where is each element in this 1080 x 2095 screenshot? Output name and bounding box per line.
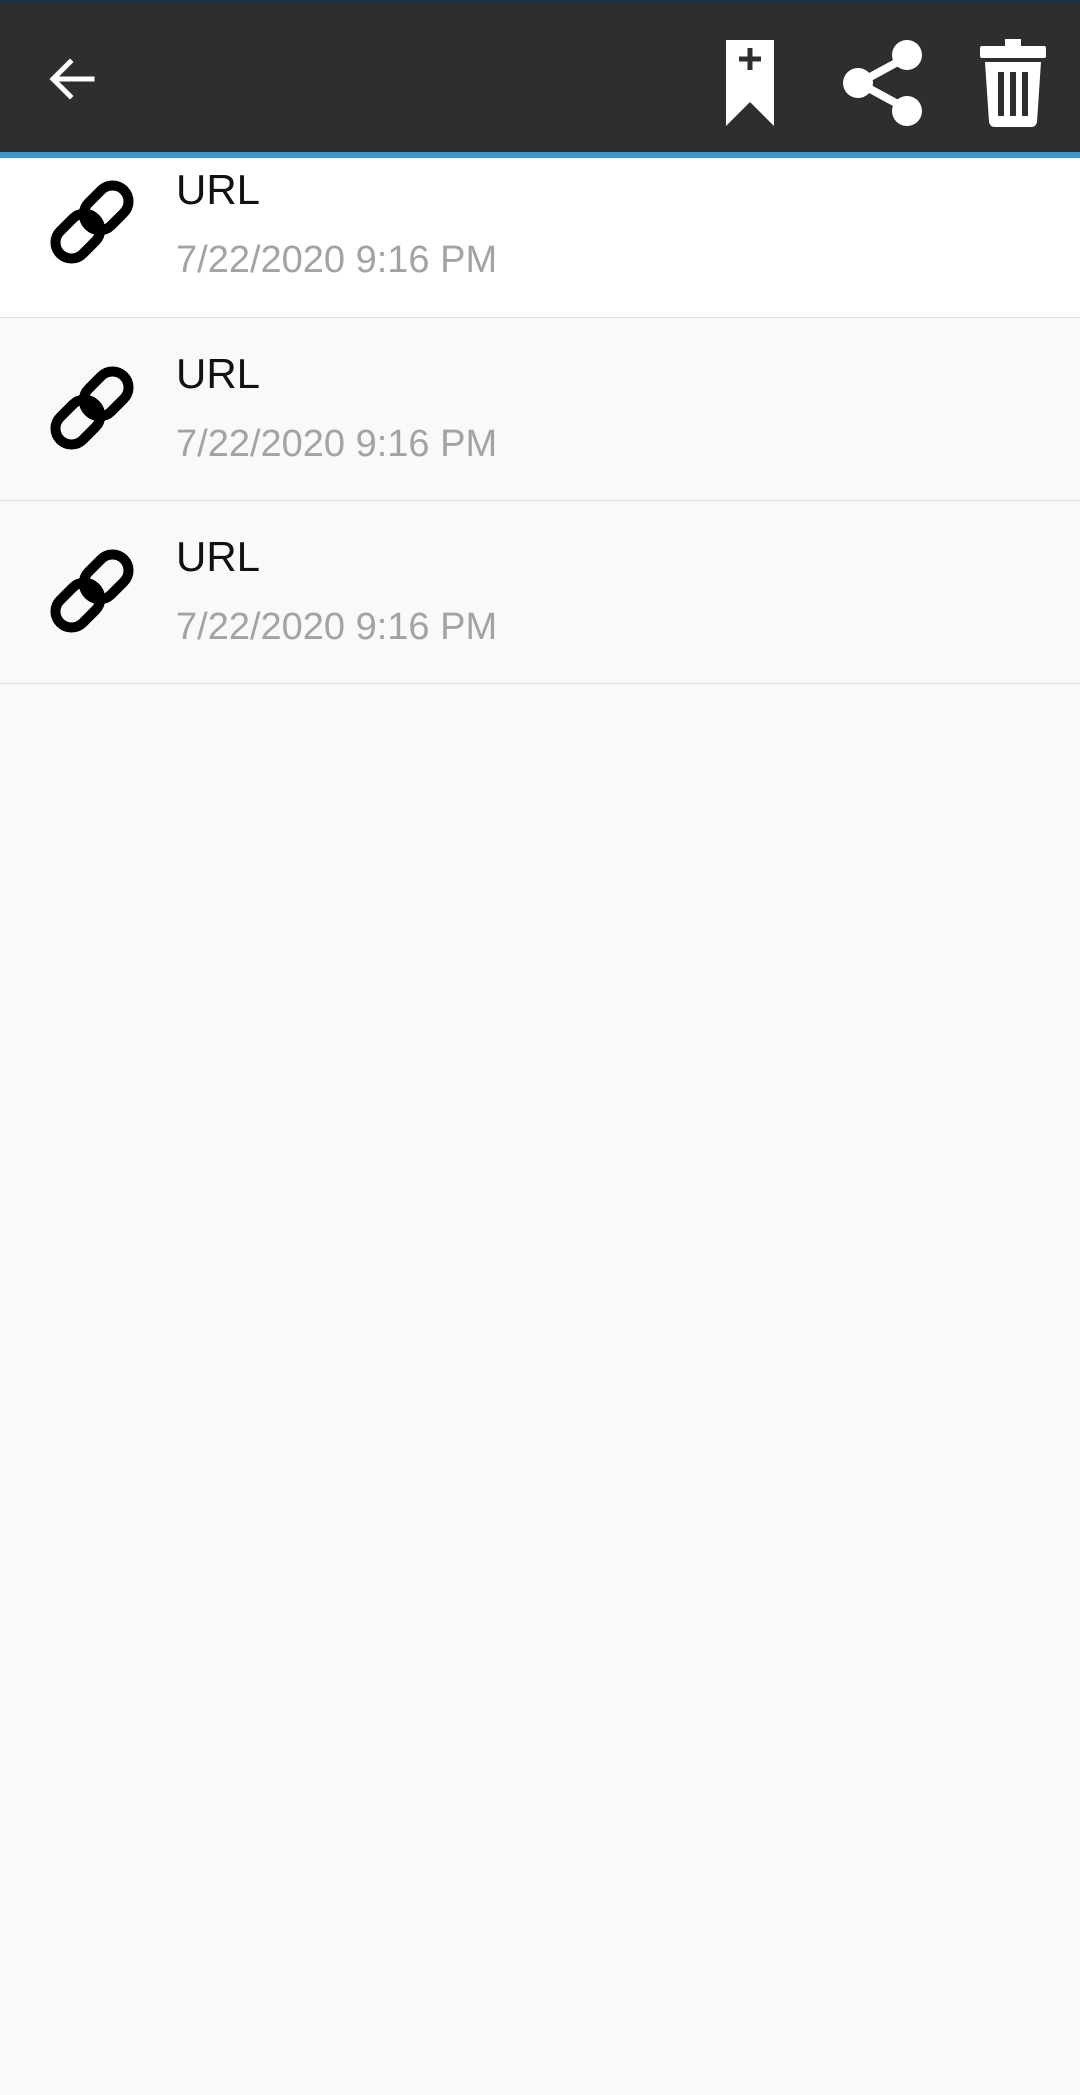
bookmark-plus-icon <box>726 40 774 126</box>
item-date: 7/22/2020 9:16 PM <box>176 239 498 281</box>
list-item[interactable]: URL 7/22/2020 9:16 PM <box>0 501 1080 684</box>
app-toolbar <box>0 0 1080 152</box>
list-item[interactable]: URL 7/22/2020 9:16 PM <box>0 158 1080 318</box>
list-item[interactable]: URL 7/22/2020 9:16 PM <box>0 318 1080 501</box>
link-icon <box>50 366 134 450</box>
trash-icon <box>980 39 1046 127</box>
item-date: 7/22/2020 9:16 PM <box>176 606 498 648</box>
arrow-left-icon <box>49 58 95 100</box>
back-button[interactable] <box>36 43 108 115</box>
add-bookmark-button[interactable] <box>712 31 788 135</box>
item-date: 7/22/2020 9:16 PM <box>176 423 498 465</box>
delete-button[interactable] <box>970 31 1056 135</box>
item-title: URL <box>176 166 261 213</box>
link-icon <box>50 180 134 264</box>
item-title: URL <box>176 533 261 580</box>
share-icon <box>843 40 922 126</box>
share-button[interactable] <box>834 31 932 135</box>
link-icon <box>50 549 134 633</box>
item-title: URL <box>176 350 261 397</box>
